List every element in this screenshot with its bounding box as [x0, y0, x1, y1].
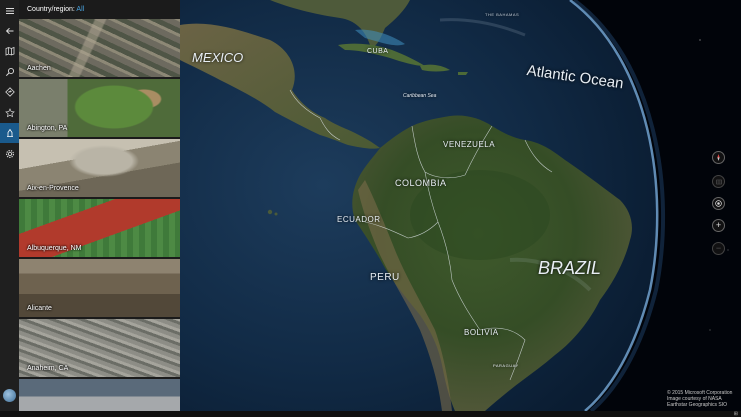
- map-label-brazil: BRAZIL: [538, 258, 602, 278]
- map-label-peru: PERU: [370, 272, 400, 283]
- map-copyright: © 2015 Microsoft Corporation Image court…: [667, 390, 737, 408]
- city-tile-aix-en-provence[interactable]: Aix-en-Provence: [19, 139, 180, 197]
- city-name: Albuquerque, NM: [27, 245, 82, 252]
- city-name: Anaheim, CA: [27, 365, 69, 372]
- city-name: Abington, PA: [27, 125, 68, 132]
- map-label-bolivia: BOLIVIA: [464, 328, 499, 337]
- city-aerial-image: [19, 379, 180, 411]
- country-region-filter[interactable]: Country/region: All: [19, 0, 180, 19]
- filter-label: Country/region:: [27, 6, 75, 13]
- map-label-venezuela: VENEZUELA: [443, 140, 496, 149]
- tilt-icon: [715, 179, 722, 184]
- map-label-mexico: MEXICO: [192, 50, 244, 65]
- left-rail: [0, 0, 19, 417]
- map-label-bahamas: THE BAHAMAS: [485, 12, 520, 17]
- search-icon[interactable]: [0, 62, 19, 82]
- map-label-caribbean-sea: Caribbean Sea: [403, 93, 437, 99]
- map-label-ecuador: ECUADOR: [337, 215, 381, 224]
- globe-map[interactable]: MEXICO CUBA THE BAHAMAS Atlantic Ocean C…: [180, 0, 741, 411]
- tilt-button[interactable]: [712, 175, 725, 188]
- copyright-line-3: Earthstar Geographics SIO: [667, 402, 728, 408]
- compass-icon: [717, 154, 720, 161]
- city-tile-abington[interactable]: Abington, PA: [19, 79, 180, 137]
- zoom-in-button[interactable]: +: [712, 219, 725, 232]
- maps-app: Country/region: All Aachen Abington, PA …: [0, 0, 741, 417]
- zoom-out-button[interactable]: −: [712, 242, 725, 255]
- 3d-cities-icon[interactable]: [0, 123, 19, 143]
- back-arrow-icon[interactable]: [0, 21, 19, 41]
- taskbar-tray[interactable]: ⊞: [734, 411, 738, 417]
- favorites-star-icon[interactable]: [0, 103, 19, 123]
- city-tile-aachen[interactable]: Aachen: [19, 19, 180, 77]
- city-name: Aachen: [27, 65, 51, 72]
- city-tile-anaheim[interactable]: Anaheim, CA: [19, 319, 180, 377]
- city-name: Alicante: [27, 305, 52, 312]
- map-label-paraguay: PARAGUAY: [493, 363, 519, 368]
- city-tile-next[interactable]: [19, 379, 180, 411]
- location-icon: [715, 200, 722, 207]
- city-tile-albuquerque[interactable]: Albuquerque, NM: [19, 199, 180, 257]
- map-label-colombia: COLOMBIA: [395, 178, 447, 188]
- city-name: Aix-en-Provence: [27, 185, 79, 192]
- city-tile-alicante[interactable]: Alicante: [19, 259, 180, 317]
- settings-gear-icon[interactable]: [0, 144, 19, 164]
- taskbar: ⊞: [0, 411, 741, 417]
- map-label-cuba: CUBA: [367, 48, 389, 55]
- user-avatar[interactable]: [3, 389, 16, 402]
- filter-selected-value[interactable]: All: [76, 6, 84, 13]
- directions-icon[interactable]: [0, 82, 19, 102]
- compass-button[interactable]: [712, 151, 725, 164]
- map-icon[interactable]: [0, 41, 19, 61]
- show-location-button[interactable]: [712, 197, 725, 210]
- hamburger-menu-icon[interactable]: [0, 1, 19, 21]
- globe-view[interactable]: [180, 0, 741, 411]
- 3d-cities-panel: Country/region: All Aachen Abington, PA …: [19, 0, 180, 411]
